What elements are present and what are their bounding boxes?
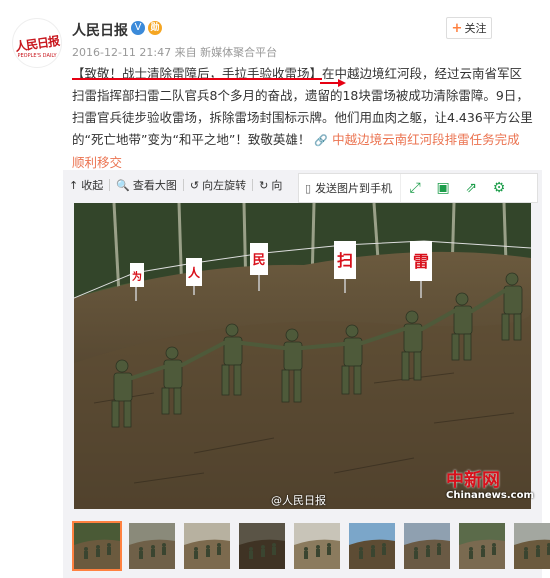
sign-text: 民 bbox=[252, 253, 265, 268]
watermark-chinanews-sub: Chinanews.com bbox=[446, 490, 534, 501]
username[interactable]: 人民日报 bbox=[72, 20, 128, 40]
rotate-left-label: 向左旋转 bbox=[202, 179, 247, 192]
view-large-button[interactable]: 🔍 查看大图 bbox=[110, 178, 184, 192]
sign-text: 雷 bbox=[413, 252, 429, 271]
post-meta: 2016-12-11 21:47 来自 新媒体聚合平台 bbox=[72, 44, 277, 60]
save-icon[interactable]: ▣ bbox=[429, 174, 457, 202]
link-icon: 🔗 bbox=[314, 134, 329, 147]
thumbnail[interactable] bbox=[347, 521, 397, 571]
main-photo[interactable]: 为 人 民 扫 雷 bbox=[74, 203, 531, 509]
arrow-up-icon: ↑ bbox=[69, 178, 79, 192]
follow-button[interactable]: + 关注 bbox=[446, 17, 492, 39]
thumbnail[interactable] bbox=[512, 521, 550, 571]
send-to-phone-button[interactable]: ▯ 发送图片到手机 bbox=[299, 174, 402, 202]
verified-badge-icon: V bbox=[131, 21, 145, 35]
post-time[interactable]: 2016-12-11 21:47 bbox=[72, 46, 171, 59]
post-source[interactable]: 新媒体聚合平台 bbox=[200, 46, 277, 59]
collapse-label: 收起 bbox=[81, 179, 104, 192]
sign-text: 为 bbox=[132, 270, 142, 283]
image-action-overlay: ▯ 发送图片到手机 ⤢ ▣ ⇗ ⚙ bbox=[298, 173, 538, 203]
rotate-right-icon: ↻ bbox=[259, 178, 269, 192]
source-prefix: 来自 bbox=[174, 46, 197, 59]
thumbnail[interactable] bbox=[457, 521, 507, 571]
watermark-chinanews: 中新网 bbox=[446, 470, 500, 491]
rotate-left-icon: ↺ bbox=[189, 178, 200, 192]
sign-text: 扫 bbox=[337, 251, 353, 270]
plus-icon: + bbox=[451, 20, 463, 36]
thumbnail[interactable] bbox=[182, 521, 232, 571]
view-large-label: 查看大图 bbox=[132, 179, 177, 192]
fullscreen-icon[interactable]: ⤢ bbox=[401, 174, 429, 202]
thumbnail[interactable] bbox=[72, 521, 122, 571]
thumbnail[interactable] bbox=[402, 521, 452, 571]
sign-text: 人 bbox=[188, 265, 201, 280]
post-headline: 【致敬！战士清除雷障后，手拉手验收雷场】 bbox=[72, 66, 323, 81]
thumbnail[interactable] bbox=[127, 521, 177, 571]
medal-badge-icon: 勋 bbox=[148, 21, 162, 35]
thumbnail[interactable] bbox=[292, 521, 342, 571]
rotate-left-button[interactable]: ↺ 向左旋转 bbox=[184, 178, 254, 192]
avatar-logo-sub: PEOPLE'S DAILY bbox=[17, 53, 57, 59]
thumbnail-strip bbox=[72, 521, 550, 571]
send-to-phone-label: 发送图片到手机 bbox=[315, 182, 393, 195]
settings-icon[interactable]: ⚙ bbox=[485, 174, 513, 202]
collapse-button[interactable]: ↑ 收起 bbox=[63, 178, 111, 192]
rotate-right-button[interactable]: ↻ 向 bbox=[253, 178, 288, 193]
rotate-right-label: 向 bbox=[271, 179, 283, 192]
post-text: 【致敬！战士清除雷障后，手拉手验收雷场】在中越边境红河段，经过云南省军区扫雷指挥… bbox=[72, 63, 534, 174]
thumbnail[interactable] bbox=[237, 521, 287, 571]
watermark-user: @人民日报 bbox=[271, 494, 326, 507]
share-icon[interactable]: ⇗ bbox=[457, 174, 485, 202]
avatar[interactable]: 人民日报 PEOPLE'S DAILY bbox=[12, 18, 62, 68]
red-arrow-annotation bbox=[320, 79, 346, 87]
follow-label: 关注 bbox=[464, 22, 487, 35]
magnifier-icon: 🔍 bbox=[116, 178, 130, 192]
avatar-logo: 人民日报 bbox=[14, 33, 60, 54]
phone-icon: ▯ bbox=[305, 181, 312, 195]
image-toolbar: ↑ 收起 🔍 查看大图 ↺ 向左旋转 ↻ 向 bbox=[63, 172, 303, 198]
